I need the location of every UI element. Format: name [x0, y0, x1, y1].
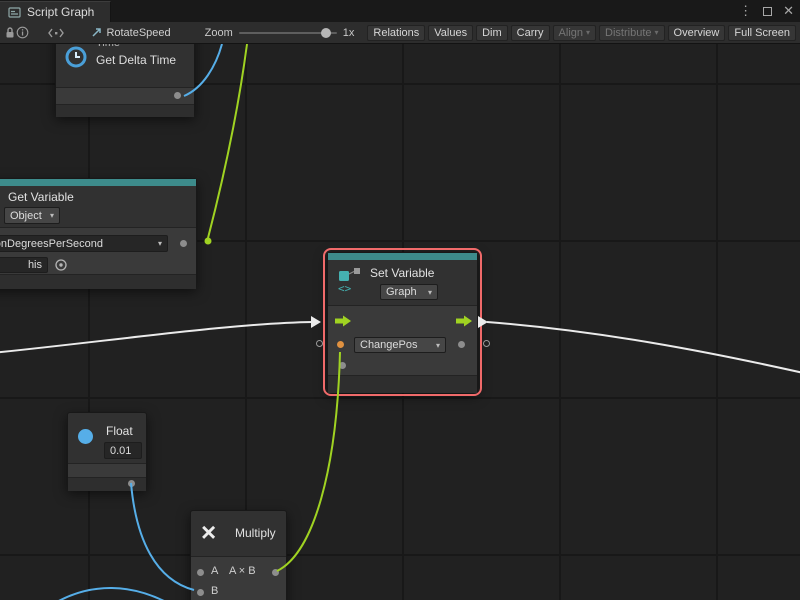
zoom-label: Zoom [205, 27, 233, 39]
node-get-variable[interactable]: Get Variable Object ▾ otationDegreesPerS… [0, 178, 197, 288]
value-wire-blue-corner [55, 588, 168, 600]
node-body [68, 463, 146, 477]
chevron-down-icon: ▾ [424, 288, 432, 297]
wire-endpoint-dot [205, 238, 212, 245]
variable-name-dropdown[interactable]: otationDegreesPerSecond ▾ [0, 235, 168, 252]
input-label-a: A [211, 565, 218, 577]
node-multiply[interactable]: × Multiply A A × B B [190, 510, 287, 600]
node-accent-stripe [328, 253, 477, 260]
variable-kind-dropdown[interactable]: Object ▾ [4, 207, 60, 224]
graph-name-label: RotateSpeed [106, 27, 170, 39]
object-picker-icon[interactable] [54, 258, 68, 272]
node-title: Set Variable [370, 266, 434, 280]
align-button: Align▾ [553, 25, 596, 41]
node-float-literal[interactable]: Float 0.01 [67, 412, 147, 490]
graph-reference[interactable]: RotateSpeed [91, 27, 170, 39]
node-get-delta-time[interactable]: Time Get Delta Time [55, 44, 195, 116]
chevron-down-icon: ▾ [655, 28, 659, 37]
unity-script-graph-window: Script Graph ⋮ ✕ [0, 0, 800, 600]
output-port[interactable] [128, 480, 135, 487]
toolbar-buttons: Relations Values Dim Carry Align▾ Distri… [364, 25, 796, 41]
input-port-b[interactable] [197, 589, 204, 596]
script-graph-icon [8, 6, 21, 19]
input-port-a[interactable] [197, 569, 204, 576]
variable-kind-dropdown[interactable]: Graph ▾ [380, 284, 438, 300]
unconnected-port-right[interactable] [483, 340, 490, 347]
float-value-input[interactable]: 0.01 [104, 442, 142, 459]
node-footer [328, 375, 477, 393]
flow-input-port[interactable] [334, 315, 352, 327]
multiply-icon: × [201, 519, 216, 545]
zoom-value: 1x [343, 27, 355, 39]
float-type-icon [78, 429, 93, 444]
graph-asset-icon [91, 27, 102, 38]
relations-button[interactable]: Relations [367, 25, 425, 41]
output-port[interactable] [174, 92, 181, 99]
code-graph-icon[interactable] [47, 24, 65, 42]
wire-arrowhead [311, 316, 321, 328]
carry-button[interactable]: Carry [511, 25, 550, 41]
variable-name-dropdown[interactable]: ChangePos ▾ [354, 337, 446, 353]
maximize-icon[interactable] [763, 7, 772, 16]
control-wire-in [0, 322, 313, 353]
value-output-port[interactable] [458, 341, 465, 348]
graph-canvas[interactable]: Time Get Delta Time Get Variable Object … [0, 44, 800, 600]
info-icon[interactable] [16, 24, 29, 42]
tab-title: Script Graph [27, 5, 94, 19]
input-label-b: B [211, 585, 218, 597]
node-footer [56, 104, 194, 117]
fullscreen-button[interactable]: Full Screen [728, 25, 796, 41]
kebab-menu-icon[interactable]: ⋮ [739, 3, 752, 19]
graph-toolbar: RotateSpeed Zoom 1x Relations Values Dim… [0, 22, 800, 44]
window-controls: ⋮ ✕ [739, 0, 794, 22]
target-object-field[interactable]: his [0, 257, 48, 273]
chevron-down-icon: ▾ [154, 239, 162, 248]
overview-button[interactable]: Overview [668, 25, 726, 41]
value-wire-blue-mid [131, 483, 194, 590]
zoom-control: Zoom 1x [205, 27, 355, 39]
distribute-button: Distribute▾ [599, 25, 664, 41]
unconnected-port-left[interactable] [316, 340, 323, 347]
node-accent-stripe [0, 179, 196, 186]
wire-arrowhead [478, 316, 488, 328]
node-title: Get Variable [8, 190, 74, 204]
tab-script-graph[interactable]: Script Graph [0, 1, 111, 22]
value-input-port[interactable] [337, 341, 344, 348]
tab-bar: Script Graph ⋮ ✕ [0, 0, 800, 22]
chevron-down-icon: ▾ [586, 28, 590, 37]
node-title: Float [106, 424, 133, 438]
zoom-slider[interactable] [239, 32, 337, 34]
node-footer [0, 274, 196, 289]
value-wire-green-top [208, 44, 247, 238]
values-button[interactable]: Values [428, 25, 473, 41]
node-body [191, 556, 286, 600]
close-icon[interactable]: ✕ [783, 3, 794, 19]
node-title: Get Delta Time [96, 53, 176, 67]
node-category-label: Time [96, 44, 120, 49]
node-title: Multiply [235, 526, 276, 540]
flow-output-port[interactable] [455, 315, 473, 327]
target-input-port[interactable] [339, 362, 346, 369]
set-variable-icon: <> [336, 265, 364, 295]
clock-icon [64, 45, 88, 69]
zoom-slider-handle[interactable] [321, 28, 331, 38]
dim-button[interactable]: Dim [476, 25, 508, 41]
output-port[interactable] [272, 569, 279, 576]
control-wire-out [487, 322, 800, 374]
chevron-down-icon: ▾ [432, 341, 440, 350]
svg-text:<>: <> [338, 282, 352, 295]
output-port[interactable] [180, 240, 187, 247]
node-set-variable[interactable]: <> Set Variable Graph ▾ ChangePos ▾ [327, 252, 478, 392]
lock-icon[interactable] [4, 24, 16, 42]
chevron-down-icon: ▾ [46, 211, 54, 220]
output-label: A × B [229, 565, 256, 577]
